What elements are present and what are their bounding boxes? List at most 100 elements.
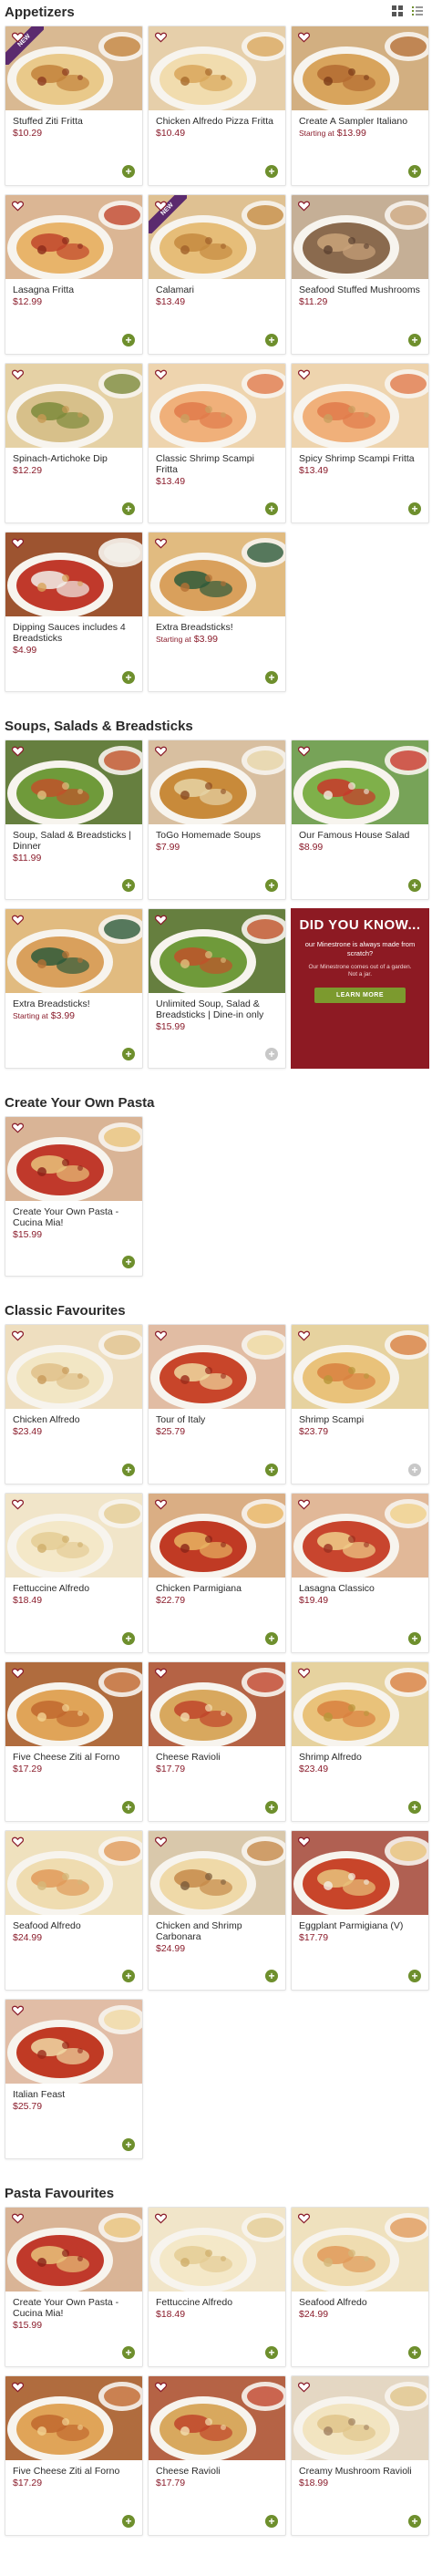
menu-item-image[interactable]	[5, 1494, 142, 1578]
menu-item-card[interactable]: Unlimited Soup, Salad & Breadsticks | Di…	[148, 908, 286, 1069]
menu-item-name[interactable]: Chicken Alfredo Pizza Fritta	[149, 110, 285, 127]
favorite-heart-icon[interactable]	[154, 1498, 167, 1510]
add-to-order-icon[interactable]: +	[265, 1970, 278, 1982]
menu-item-name[interactable]: Create Your Own Pasta - Cucina Mia!	[5, 2292, 142, 2319]
add-to-order-icon[interactable]: +	[265, 671, 278, 684]
favorite-heart-icon[interactable]	[11, 1667, 24, 1679]
add-to-order-icon[interactable]: +	[122, 2346, 135, 2359]
menu-item-name[interactable]: Shrimp Alfredo	[292, 1746, 428, 1763]
menu-item-card[interactable]: Eggplant Parmigiana (V) $17.79 +	[291, 1830, 429, 1991]
add-to-order-icon[interactable]: +	[122, 879, 135, 892]
menu-item-image[interactable]	[5, 2208, 142, 2292]
menu-item-image[interactable]	[292, 195, 428, 279]
menu-item-card[interactable]: Chicken Alfredo Pizza Fritta $10.49 +	[148, 26, 286, 186]
add-to-order-icon[interactable]: +	[265, 2346, 278, 2359]
add-to-order-icon[interactable]: +	[265, 1801, 278, 1814]
menu-item-image[interactable]	[5, 2000, 142, 2084]
menu-item-image[interactable]	[149, 2208, 285, 2292]
menu-item-name[interactable]: Five Cheese Ziti al Forno	[5, 2460, 142, 2477]
favorite-heart-icon[interactable]	[11, 368, 24, 380]
favorite-heart-icon[interactable]	[11, 2381, 24, 2393]
favorite-heart-icon[interactable]	[154, 537, 167, 549]
menu-item-image[interactable]	[149, 1494, 285, 1578]
add-to-order-icon[interactable]: +	[265, 1464, 278, 1476]
promo-card[interactable]: DID YOU KNOW... our Minestrone is always …	[291, 908, 429, 1069]
add-to-order-icon[interactable]: +	[265, 2515, 278, 2528]
menu-item-card[interactable]: Cheese Ravioli $17.79 +	[148, 2375, 286, 2536]
menu-item-name[interactable]: Cheese Ravioli	[149, 2460, 285, 2477]
add-to-order-icon[interactable]: +	[122, 2515, 135, 2528]
add-to-order-icon[interactable]: +	[408, 165, 421, 178]
menu-item-image[interactable]	[5, 740, 142, 824]
menu-item-name[interactable]: Soup, Salad & Breadsticks | Dinner	[5, 824, 142, 852]
menu-item-image[interactable]	[149, 26, 285, 110]
favorite-heart-icon[interactable]	[297, 1329, 310, 1341]
menu-item-image[interactable]	[5, 1831, 142, 1915]
add-to-order-icon[interactable]: +	[265, 502, 278, 515]
favorite-heart-icon[interactable]	[11, 1122, 24, 1133]
menu-item-card[interactable]: Seafood Alfredo $24.99 +	[291, 2207, 429, 2367]
add-to-order-icon[interactable]: +	[265, 1048, 278, 1060]
favorite-heart-icon[interactable]	[154, 2381, 167, 2393]
menu-item-name[interactable]: Dipping Sauces includes 4 Breadsticks	[5, 616, 142, 644]
list-view-icon[interactable]	[410, 4, 425, 18]
menu-item-image[interactable]	[5, 2376, 142, 2460]
favorite-heart-icon[interactable]	[11, 537, 24, 549]
menu-item-card[interactable]: NEW Calamari $13.49 +	[148, 194, 286, 355]
menu-item-name[interactable]: Seafood Alfredo	[292, 2292, 428, 2308]
menu-item-name[interactable]: Seafood Stuffed Mushrooms	[292, 279, 428, 295]
menu-item-image[interactable]	[292, 740, 428, 824]
menu-item-name[interactable]: Chicken Alfredo	[5, 1409, 142, 1425]
favorite-heart-icon[interactable]	[297, 1836, 310, 1847]
add-to-order-icon[interactable]: +	[265, 165, 278, 178]
menu-item-name[interactable]: ToGo Homemade Soups	[149, 824, 285, 841]
favorite-heart-icon[interactable]	[154, 200, 167, 212]
menu-item-name[interactable]: Lasagna Classico	[292, 1578, 428, 1594]
menu-item-name[interactable]: Spicy Shrimp Scampi Fritta	[292, 448, 428, 464]
grid-view-icon[interactable]	[390, 4, 405, 18]
menu-item-name[interactable]: Cheese Ravioli	[149, 1746, 285, 1763]
add-to-order-icon[interactable]: +	[122, 502, 135, 515]
menu-item-name[interactable]: Tour of Italy	[149, 1409, 285, 1425]
favorite-heart-icon[interactable]	[11, 1836, 24, 1847]
menu-item-card[interactable]: Extra Breadsticks! Starting at $3.99 +	[5, 908, 143, 1069]
menu-item-image[interactable]	[149, 2376, 285, 2460]
favorite-heart-icon[interactable]	[154, 31, 167, 43]
menu-item-name[interactable]: Calamari	[149, 279, 285, 295]
menu-item-card[interactable]: Lasagna Classico $19.49 +	[291, 1493, 429, 1653]
menu-item-image[interactable]	[292, 364, 428, 448]
favorite-heart-icon[interactable]	[297, 200, 310, 212]
favorite-heart-icon[interactable]	[154, 2212, 167, 2224]
menu-item-card[interactable]: Tour of Italy $25.79 +	[148, 1324, 286, 1485]
menu-item-card[interactable]: Create Your Own Pasta - Cucina Mia! $15.9…	[5, 1116, 143, 1277]
add-to-order-icon[interactable]: +	[408, 1632, 421, 1645]
menu-item-image[interactable]	[149, 1662, 285, 1746]
favorite-heart-icon[interactable]	[297, 745, 310, 757]
menu-item-card[interactable]: Shrimp Alfredo $23.49 +	[291, 1661, 429, 1822]
add-to-order-icon[interactable]: +	[265, 1632, 278, 1645]
menu-item-card[interactable]: Fettuccine Alfredo $18.49 +	[148, 2207, 286, 2367]
menu-item-card[interactable]: NEW Stuffed Ziti Fritta $10.29 +	[5, 26, 143, 186]
menu-item-card[interactable]: Cheese Ravioli $17.79 +	[148, 1661, 286, 1822]
menu-item-card[interactable]: Seafood Stuffed Mushrooms $11.29 +	[291, 194, 429, 355]
menu-item-name[interactable]: Create A Sampler Italiano	[292, 110, 428, 127]
add-to-order-icon[interactable]: +	[122, 1801, 135, 1814]
menu-item-card[interactable]: Extra Breadsticks! Starting at $3.99 +	[148, 532, 286, 692]
menu-item-name[interactable]: Unlimited Soup, Salad & Breadsticks | Di…	[149, 993, 285, 1020]
add-to-order-icon[interactable]: +	[408, 2346, 421, 2359]
menu-item-card[interactable]: Five Cheese Ziti al Forno $17.29 +	[5, 1661, 143, 1822]
menu-item-image[interactable]	[5, 909, 142, 993]
add-to-order-icon[interactable]: +	[122, 2138, 135, 2151]
menu-item-card[interactable]: Five Cheese Ziti al Forno $17.29 +	[5, 2375, 143, 2536]
menu-item-card[interactable]: Spicy Shrimp Scampi Fritta $13.49 +	[291, 363, 429, 523]
add-to-order-icon[interactable]: +	[265, 879, 278, 892]
add-to-order-icon[interactable]: +	[408, 334, 421, 347]
menu-item-image[interactable]	[5, 1117, 142, 1201]
add-to-order-icon[interactable]: +	[408, 2515, 421, 2528]
menu-item-image[interactable]	[5, 364, 142, 448]
menu-item-card[interactable]: Shrimp Scampi $23.79 +	[291, 1324, 429, 1485]
add-to-order-icon[interactable]: +	[408, 1464, 421, 1476]
menu-item-card[interactable]: ToGo Homemade Soups $7.99 +	[148, 740, 286, 900]
menu-item-card[interactable]: Fettuccine Alfredo $18.49 +	[5, 1493, 143, 1653]
favorite-heart-icon[interactable]	[297, 2381, 310, 2393]
